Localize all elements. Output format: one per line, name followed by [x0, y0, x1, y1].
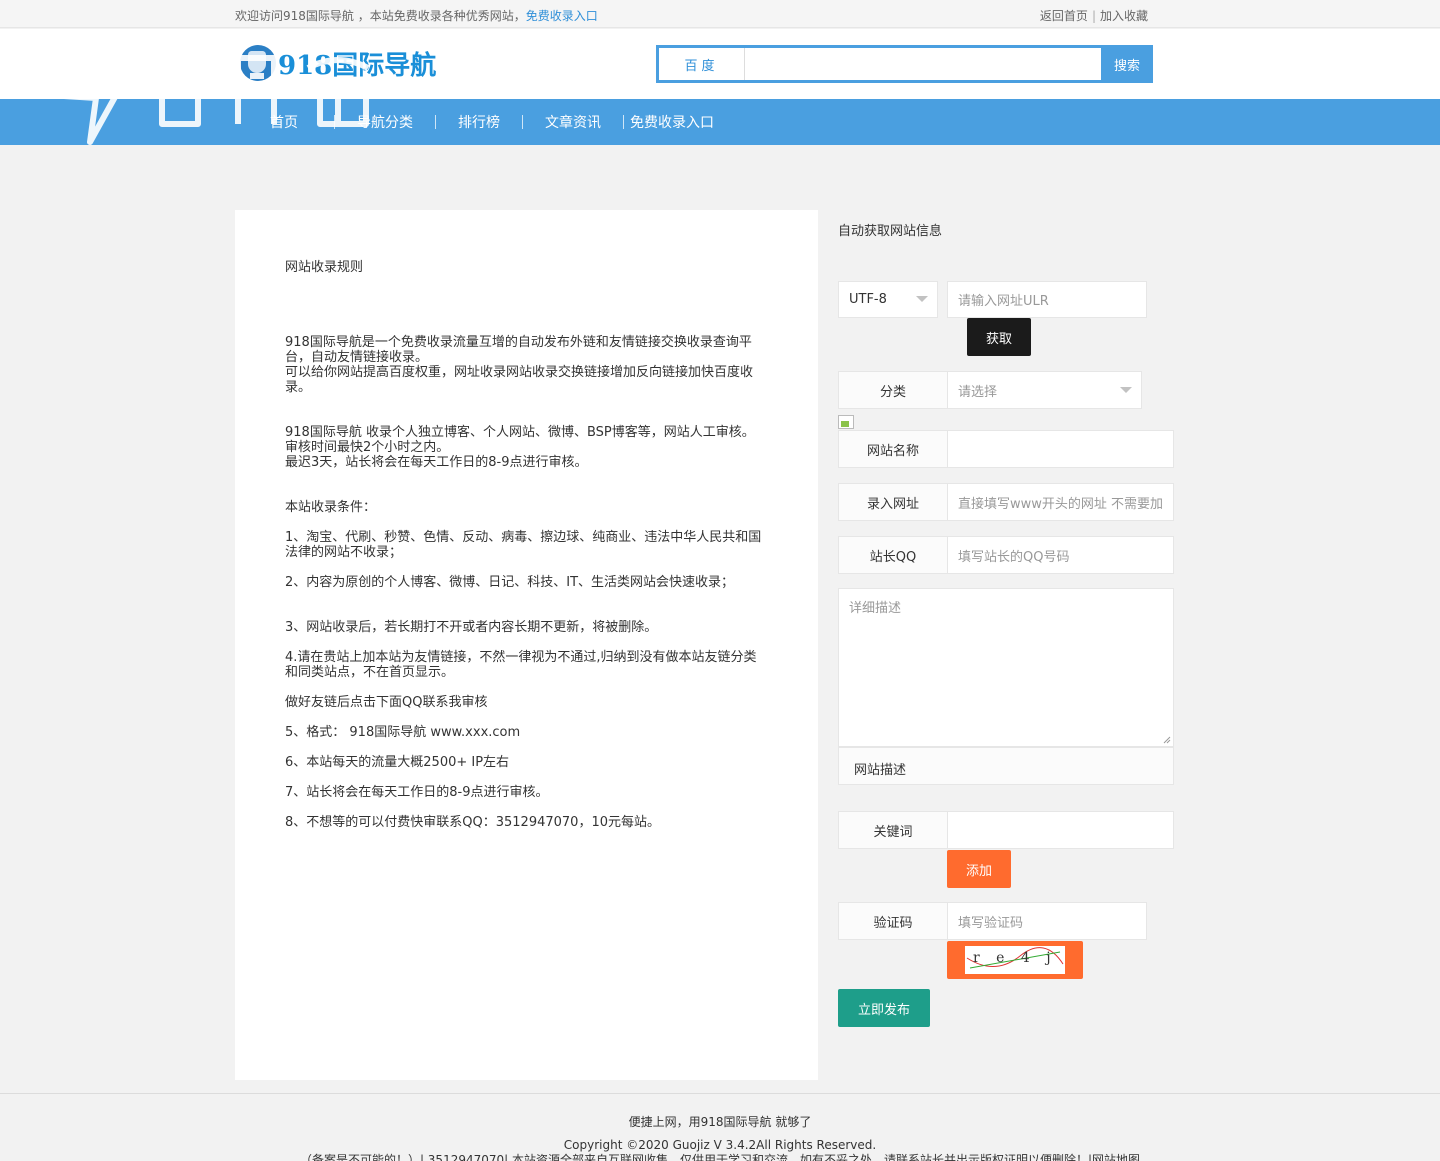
nav-item-articles[interactable]: 文章资讯	[523, 112, 624, 132]
rules-paragraph: 918国际导航 收录个人独立博客、个人网站、微博、BSP博客等，网站人工审核。审…	[285, 425, 755, 455]
captcha-label: 验证码	[838, 902, 948, 940]
qq-input[interactable]: 填写站长的QQ号码	[947, 536, 1174, 574]
rules-paragraph: 7、站长将会在每天工作日的8-9点进行审核。	[285, 785, 549, 800]
rules-paragraph: 6、本站每天的流量大概2500+ IP左右	[285, 755, 510, 770]
rules-paragraph: 做好友链后点击下面QQ联系我审核	[285, 695, 488, 710]
nav-label: 排行榜	[458, 115, 500, 131]
captcha-input[interactable]: 填写验证码	[947, 902, 1147, 940]
nav-item-free-submit[interactable]: 免费收录入口	[624, 112, 736, 132]
submit-form-panel: 自动获取网站信息 UTF-8 请输入网址ULR 获取 分类 请选择 网站名称 录…	[818, 210, 1195, 1080]
nav-label: 导航分类	[357, 115, 413, 131]
top-separator: |	[1091, 9, 1096, 23]
site-name-input[interactable]	[947, 430, 1174, 468]
footer-slogan: 便捷上网，用918国际导航 就够了	[628, 1115, 812, 1129]
rules-paragraph: 5、格式： 918国际导航 www.xxx.com	[285, 725, 521, 740]
captcha-image-frame[interactable]: r e 4 j	[947, 941, 1083, 979]
qq-placeholder: 填写站长的QQ号码	[958, 549, 1070, 565]
encoding-caret-icon	[916, 296, 928, 302]
rules-paragraph: 3、网站收录后，若长期打不开或者内容长期不更新，将被删除。	[285, 620, 658, 635]
qq-label: 站长QQ	[838, 536, 948, 574]
search-input[interactable]	[745, 48, 1101, 80]
category-caret-icon	[1120, 387, 1132, 393]
welcome-message: 欢迎访问918国际导航 ，本站免费收录各种优秀网站，	[235, 9, 526, 23]
top-bar: 欢迎访问918国际导航 ，本站免费收录各种优秀网站，免费收录入口 返回首页 | 加入…	[0, 0, 1440, 28]
search-engine-selector[interactable]: 百度	[659, 48, 745, 80]
search-button[interactable]: 搜索	[1101, 45, 1153, 83]
rules-paragraph: 2、内容为原创的个人博客、微博、日记、科技、IT、生活类网站会快速收录；	[285, 575, 735, 590]
site-name-label: 网站名称	[838, 430, 948, 468]
fetch-url-placeholder: 请输入网址ULR	[958, 294, 1049, 309]
logo-icon	[240, 45, 276, 81]
site-logo[interactable]: 918国际导航	[240, 41, 436, 85]
welcome-text: 欢迎访问918国际导航 ，本站免费收录各种优秀网站，免费收录入口	[235, 7, 598, 24]
site-url-label: 录入网址	[838, 483, 948, 521]
rules-paragraph: 本站收录条件：	[285, 500, 377, 515]
footer-copyright: Copyright ©2020 Guojiz V 3.4.2All Rights…	[563, 1138, 877, 1152]
rules-panel: 网站收录规则 918国际导航是一个免费收录流量互增的自动发布外链和友情链接交换收…	[235, 210, 818, 1080]
search-bar: 百度 搜索	[656, 45, 1153, 83]
footer-disclaimer: （备案是不可能的！）| 3512947070| 本站资源全部来自互联网收集，仅供…	[299, 1153, 1141, 1161]
submit-button[interactable]: 立即发布	[838, 989, 930, 1027]
keyword-label: 关键词	[838, 811, 948, 849]
broken-image-icon	[838, 415, 854, 429]
keyword-input[interactable]	[947, 811, 1174, 849]
logo-text: 918国际导航	[278, 50, 437, 81]
nav-label: 首页	[270, 115, 298, 131]
captcha-text: r e 4 j	[973, 950, 1057, 966]
encoding-value: UTF-8	[849, 292, 887, 307]
description-label-box: 网站描述	[838, 747, 1174, 785]
nav-item-categories[interactable]: 导航分类	[335, 112, 436, 132]
captcha-image[interactable]: r e 4 j	[965, 946, 1065, 974]
rules-paragraph: 8、不想等的可以付费快审联系QQ：3512947070，10元每站。	[285, 815, 660, 830]
site-url-input[interactable]: 直接填写www开头的网址 不需要加	[947, 483, 1174, 521]
description-label: 网站描述	[854, 763, 907, 778]
description-textarea[interactable]: 详细描述	[838, 588, 1174, 747]
add-keyword-button[interactable]: 添加	[947, 850, 1011, 888]
nav-label: 文章资讯	[545, 115, 601, 131]
add-favorite-link[interactable]: 加入收藏	[1100, 9, 1148, 23]
nav-item-ranking[interactable]: 排行榜	[436, 112, 523, 132]
category-label: 分类	[838, 371, 948, 409]
rules-paragraph: 1、淘宝、代刷、秒赞、色情、反动、病毒、擦边球、纯商业、违法中华人民共和国法律的…	[285, 530, 762, 560]
rules-paragraph: 4.请在贵站上加本站为友情链接，不然一律视为不通过,归纳到没有做本站友链分类和同…	[285, 650, 757, 680]
form-title: 自动获取网站信息	[838, 224, 943, 239]
site-url-placeholder: 直接填写www开头的网址 不需要加	[958, 496, 1164, 512]
resize-handle-icon[interactable]	[1163, 736, 1171, 744]
category-value: 请选择	[958, 384, 998, 400]
fetch-url-input[interactable]: 请输入网址ULR	[947, 281, 1147, 318]
category-select[interactable]: 请选择	[947, 371, 1142, 409]
home-link[interactable]: 返回首页	[1040, 9, 1088, 23]
top-links: 返回首页 | 加入收藏	[1040, 7, 1148, 24]
rules-paragraph: 可以给你网站提高百度权重，网址收录网站收录交换链接增加反向链接加快百度收录。	[285, 365, 754, 395]
captcha-placeholder: 填写验证码	[958, 915, 1024, 931]
rules-paragraph: 最迟3天，站长将会在每天工作日的8-9点进行审核。	[285, 455, 588, 470]
nav-label: 免费收录入口	[630, 115, 714, 131]
rules-paragraph: 918国际导航是一个免费收录流量互增的自动发布外链和友情链接交换收录查询平台，自…	[285, 335, 752, 365]
nav-item-home[interactable]: 首页	[238, 112, 335, 132]
header: 918国际导航 百度 搜索	[0, 29, 1440, 99]
fetch-button[interactable]: 获取	[967, 318, 1031, 356]
footer: 便捷上网，用918国际导航 就够了 Copyright ©2020 Guojiz…	[0, 1093, 1440, 1161]
main-nav: 首页 导航分类 排行榜 文章资讯 免费收录入口	[0, 99, 1440, 145]
free-submit-link[interactable]: 免费收录入口	[526, 9, 598, 23]
rules-title: 网站收录规则	[285, 260, 364, 275]
description-placeholder: 详细描述	[849, 601, 902, 616]
